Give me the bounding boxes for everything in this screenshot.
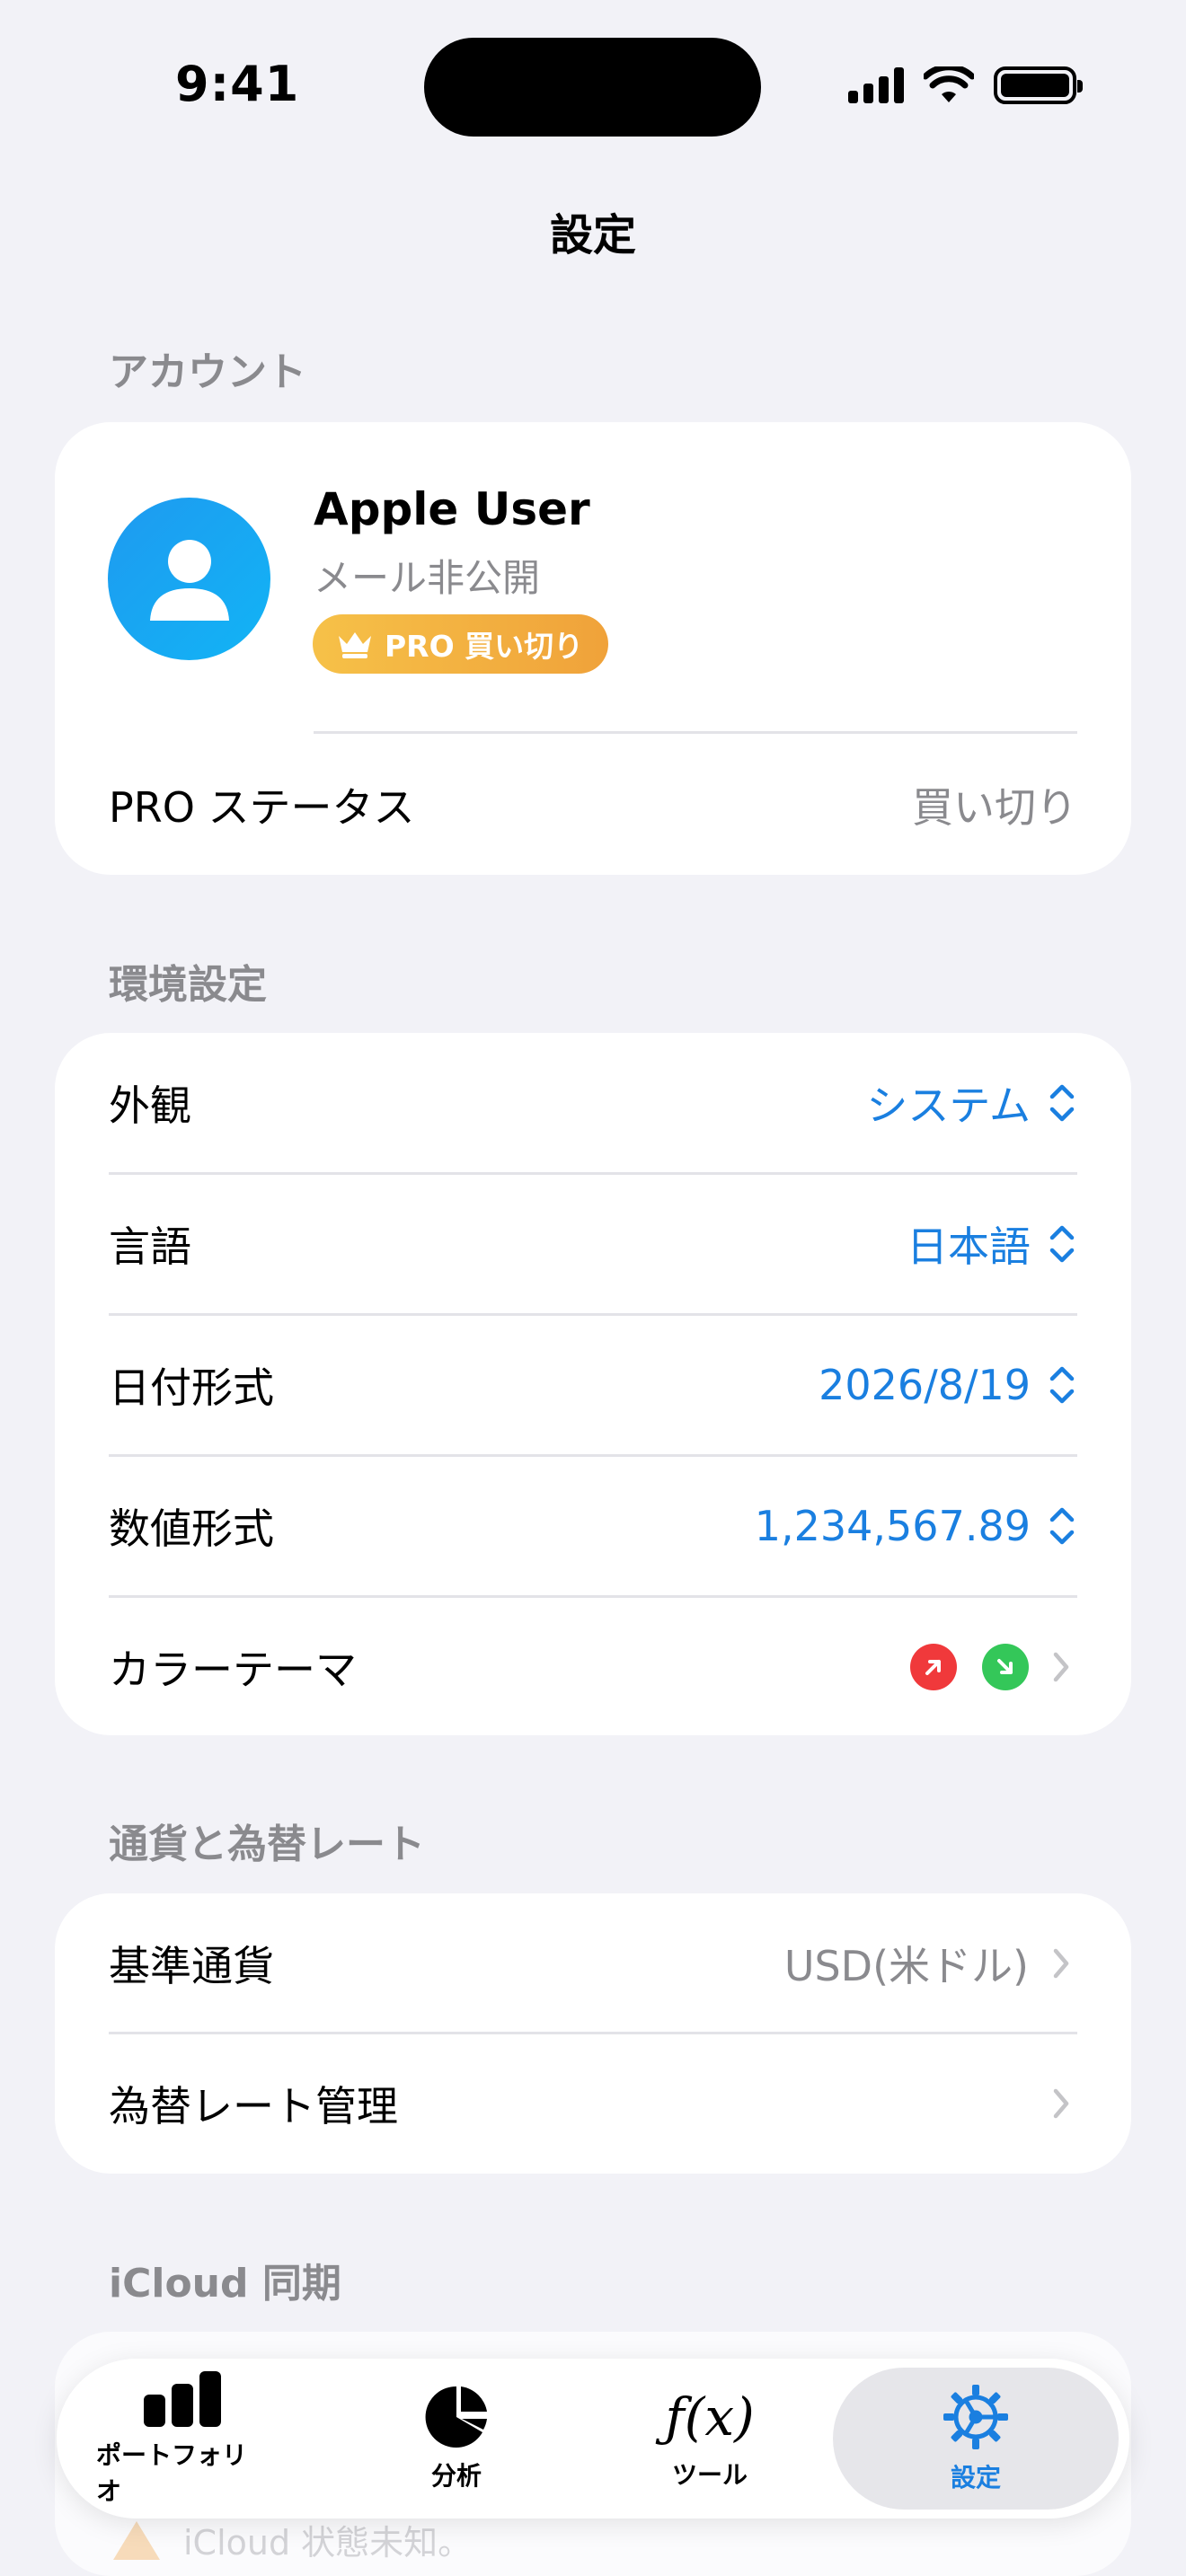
row-value: 2026/8/19: [819, 1361, 1031, 1409]
exchange-rate-value: [1045, 2083, 1077, 2124]
tab-settings[interactable]: 設定: [833, 2368, 1119, 2510]
section-header-account: アカウント: [109, 349, 306, 395]
date-format-picker[interactable]: 2026/8/19: [819, 1361, 1077, 1409]
tab-tools[interactable]: ƒ(x) ツール: [642, 2359, 777, 2519]
gear-icon: [943, 2385, 1008, 2449]
tab-bar: ポートフォリオ 分析 ƒ(x) ツール 設定: [57, 2359, 1129, 2519]
pro-badge-label: PRO 買い切り: [385, 629, 584, 664]
preferences-card: 外観 システム 言語 日本語 日付形式 2026/8/19 数値形式 1,234…: [55, 1033, 1131, 1735]
account-email: メール非公開: [314, 556, 541, 600]
row-label: 為替レート管理: [109, 2082, 398, 2130]
appearance-picker[interactable]: システム: [866, 1073, 1077, 1133]
section-header-icloud: iCloud 同期: [109, 2261, 341, 2307]
chevron-up-down-icon: [1049, 1366, 1075, 1404]
section-header-preferences: 環境設定: [109, 962, 267, 1008]
avatar[interactable]: [108, 498, 270, 660]
row-value: 買い切り: [912, 783, 1077, 832]
number-format-picker[interactable]: 1,234,567.89: [755, 1502, 1077, 1550]
row-value: 日本語: [907, 1222, 1031, 1271]
appearance-row[interactable]: 外観 システム: [109, 1033, 1077, 1173]
status-icons: [848, 66, 1083, 104]
language-row[interactable]: 言語 日本語: [109, 1174, 1077, 1314]
chevron-up-down-icon: [1049, 1507, 1075, 1545]
dynamic-island: [424, 38, 761, 137]
row-value: USD(米ドル): [783, 1942, 1029, 1990]
color-theme-value: [910, 1644, 1077, 1690]
tab-label: 分析: [430, 2461, 482, 2491]
section-header-currency: 通貨と為替レート: [109, 1822, 425, 1867]
row-label: PRO ステータス: [109, 783, 415, 832]
chevron-right-icon: [1053, 2088, 1069, 2119]
chevron-up-down-icon: [1049, 1225, 1075, 1263]
row-label: カラーテーマ: [109, 1645, 357, 1694]
tab-label: ポートフォリオ: [96, 2440, 248, 2506]
row-label: 基準通貨: [109, 1942, 274, 1990]
color-theme-row[interactable]: カラーテーマ: [109, 1597, 1077, 1737]
function-icon: ƒ(x): [665, 2386, 755, 2448]
pro-status-row[interactable]: PRO ステータス 買い切り: [109, 735, 1077, 875]
tab-portfolio[interactable]: ポートフォリオ: [96, 2359, 269, 2519]
base-currency-value: USD(米ドル): [784, 1934, 1077, 1993]
pro-badge: PRO 買い切り: [313, 614, 609, 674]
arrow-up-right-icon: [925, 1660, 941, 1675]
wifi-icon: [924, 66, 974, 102]
row-value: システム: [866, 1081, 1031, 1130]
language-picker[interactable]: 日本語: [907, 1214, 1077, 1274]
row-label: 外観: [109, 1081, 191, 1130]
chevron-right-icon: [1053, 1948, 1069, 1979]
page-title: 設定: [549, 210, 636, 260]
status-time: 9:41: [175, 56, 300, 112]
date-format-row[interactable]: 日付形式 2026/8/19: [109, 1315, 1077, 1455]
account-card: Apple User メール非公開 PRO 買い切り PRO ステータス 買い切…: [55, 422, 1131, 875]
icloud-status-text: iCloud 状態未知。: [183, 2523, 473, 2563]
row-label: 日付形式: [109, 1363, 274, 1412]
person-icon: [149, 539, 229, 621]
row-label: 数値形式: [109, 1504, 274, 1553]
account-name: Apple User: [314, 483, 590, 535]
crown-icon: [339, 632, 371, 658]
number-format-row[interactable]: 数値形式 1,234,567.89: [109, 1456, 1077, 1596]
icloud-status-peek: iCloud 状態未知。: [111, 2515, 472, 2564]
chevron-right-icon: [1053, 1652, 1069, 1682]
status-bar: 9:41: [0, 0, 1186, 180]
pie-chart-icon: [425, 2386, 487, 2448]
down-color-dot: [982, 1644, 1029, 1690]
arrow-down-right-icon: [997, 1659, 1013, 1674]
tab-label: 設定: [950, 2463, 1001, 2492]
tab-analysis[interactable]: 分析: [389, 2359, 524, 2519]
row-value: 1,234,567.89: [754, 1502, 1031, 1550]
base-currency-row[interactable]: 基準通貨 USD(米ドル): [109, 1893, 1077, 2033]
bar-chart-icon: [144, 2371, 221, 2427]
row-label: 言語: [109, 1222, 191, 1271]
cellular-signal-icon: [848, 67, 904, 103]
exchange-rate-row[interactable]: 為替レート管理: [109, 2033, 1077, 2174]
up-color-dot: [910, 1644, 957, 1690]
warning-icon: [113, 2520, 160, 2560]
currency-card: 基準通貨 USD(米ドル) 為替レート管理: [55, 1893, 1131, 2174]
divider: [314, 731, 1077, 734]
battery-icon: [994, 66, 1083, 104]
tab-label: ツール: [671, 2460, 748, 2490]
chevron-up-down-icon: [1049, 1084, 1075, 1122]
